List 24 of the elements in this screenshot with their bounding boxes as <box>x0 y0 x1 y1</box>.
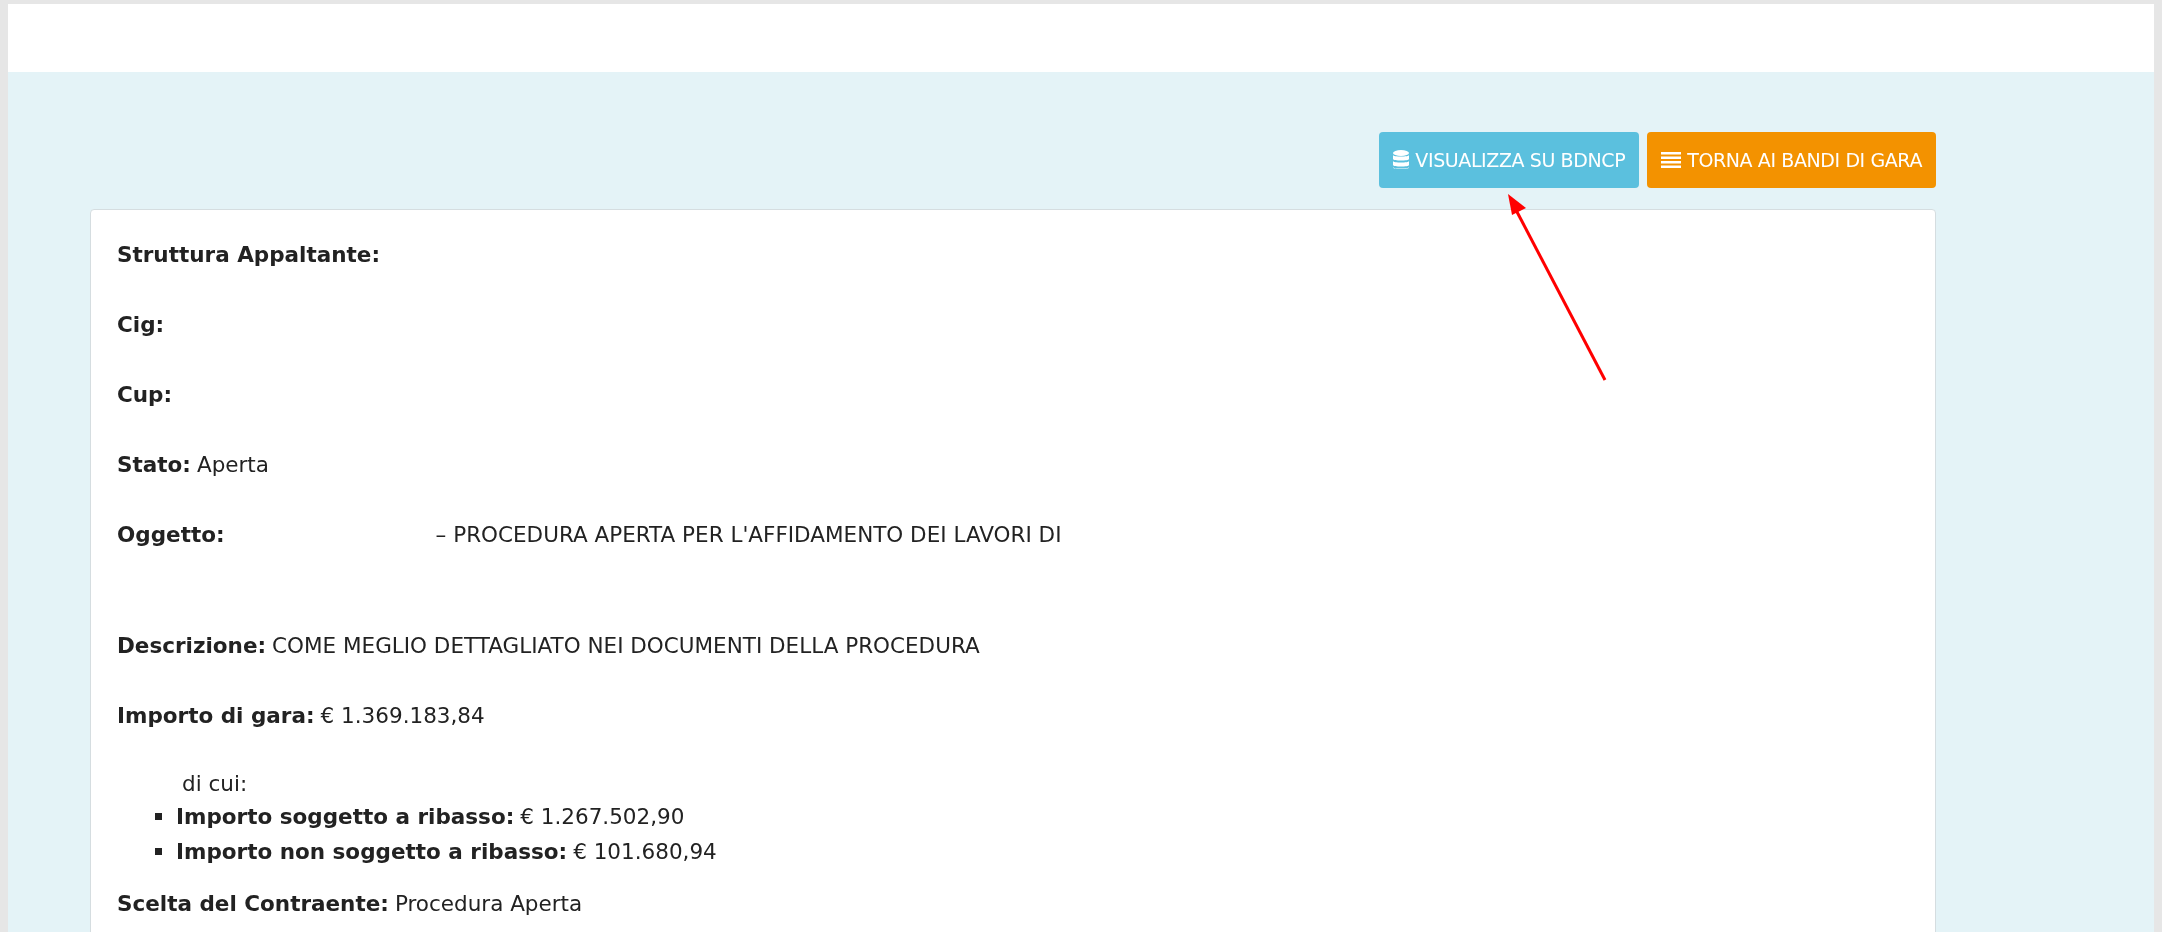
field-value: € 101.680,94 <box>573 838 717 866</box>
field-label: Cup: <box>117 382 173 407</box>
field-label: Importo non soggetto a ribasso: <box>176 838 568 866</box>
back-button[interactable]: TORNA AI BANDI DI GARA <box>1647 132 1936 188</box>
field-label: Cig: <box>117 312 165 337</box>
field-label: Stato: <box>117 452 191 477</box>
field-label: Oggetto: <box>117 522 225 547</box>
bullet-icon <box>155 848 162 855</box>
bdncp-button[interactable]: VISUALIZZA SU BDNCP <box>1379 132 1640 188</box>
field-label: Scelta del Contraente: <box>117 891 389 916</box>
field-value: COME MEGLIO DETTAGLIATO NEI DOCUMENTI DELLA PROCEDURA <box>272 633 980 658</box>
field-value: Procedura Aperta <box>394 891 583 916</box>
bullet-icon <box>155 813 162 820</box>
field-value: – PROCEDURA APERTA PER L'AFFIDAMENTO DEI LAVORI DI <box>435 522 1062 547</box>
field-value: € 1.267.502,90 <box>520 803 685 831</box>
field-value: Aperta <box>196 452 269 477</box>
field-label: Struttura Appaltante: <box>117 242 380 267</box>
breakdown-intro: di cui: <box>182 771 248 796</box>
field-value: € 1.369.183,84 <box>320 703 485 728</box>
list-icon <box>1661 152 1682 168</box>
field-label: Importo di gara: <box>117 703 315 728</box>
field-label: Importo soggetto a ribasso: <box>176 803 515 831</box>
field-label: Descrizione: <box>117 633 267 658</box>
database-icon <box>1393 150 1410 170</box>
